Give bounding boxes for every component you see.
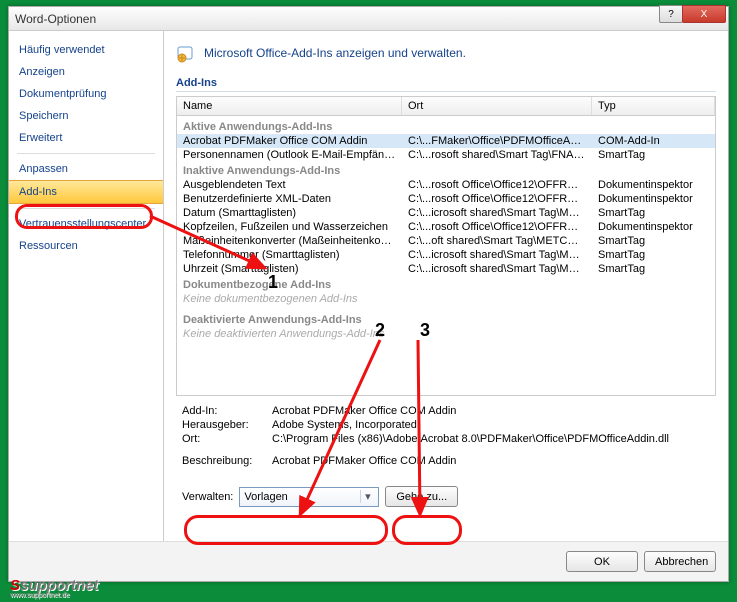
options-dialog: Word-Optionen ? X Häufig verwendet Anzei… (8, 6, 729, 582)
table-group-header: Deaktivierte Anwendungs-Add-Ins (177, 311, 715, 327)
cell-name: Benutzerdefinierte XML-Daten (177, 193, 402, 205)
table-row[interactable]: Ausgeblendeten TextC:\...rosoft Office\O… (177, 178, 715, 192)
cell-typ: SmartTag (592, 207, 715, 219)
col-ort-header[interactable]: Ort (402, 97, 592, 115)
cell-ort: C:\...oft shared\Smart Tag\METCONV.DLL (402, 235, 592, 247)
sidebar-item-frequent[interactable]: Häufig verwendet (9, 39, 163, 61)
help-button[interactable]: ? (659, 5, 683, 23)
cell-ort: C:\...icrosoft shared\Smart Tag\MOFL.DLL (402, 249, 592, 261)
manage-row: Verwalten: Vorlagen ▾ Gehe zu... (176, 472, 716, 511)
detail-description-label: Beschreibung: (182, 455, 272, 467)
cell-ort: C:\...rosoft Office\Office12\OFFRHD.DLL (402, 221, 592, 233)
sidebar-item-proofing[interactable]: Dokumentprüfung (9, 83, 163, 105)
window-title: Word-Optionen (15, 12, 96, 26)
table-row[interactable]: Kopfzeilen, Fußzeilen und WasserzeichenC… (177, 220, 715, 234)
annotation-number-1: 1 (268, 272, 278, 293)
cell-name: Acrobat PDFMaker Office COM Addin (177, 135, 402, 147)
section-label: Add-Ins (176, 73, 716, 92)
addins-table: Name Ort Typ Aktive Anwendungs-Add-InsAc… (176, 96, 716, 396)
cell-name: Datum (Smarttaglisten) (177, 207, 402, 219)
cell-ort: C:\...rosoft Office\Office12\OFFRHD.DLL (402, 179, 592, 191)
table-group-empty: Keine dokumentbezogenen Add-Ins (177, 292, 715, 311)
cell-typ: SmartTag (592, 235, 715, 247)
table-row[interactable]: Personennamen (Outlook E-Mail-Empfänger)… (177, 148, 715, 162)
col-typ-header[interactable]: Typ (592, 97, 715, 115)
sidebar-item-addins[interactable]: Add-Ins (9, 180, 163, 204)
cell-name: Kopfzeilen, Fußzeilen und Wasserzeichen (177, 221, 402, 233)
sidebar-item-save[interactable]: Speichern (9, 105, 163, 127)
cell-typ: Dokumentinspektor (592, 193, 715, 205)
cell-name: Telefonnummer (Smarttaglisten) (177, 249, 402, 261)
table-row[interactable]: Telefonnummer (Smarttaglisten)C:\...icro… (177, 248, 715, 262)
table-row[interactable]: Maßeinheitenkonverter (Maßeinheitenkonve… (177, 234, 715, 248)
cell-ort: C:\...rosoft shared\Smart Tag\FNAME.DLL (402, 149, 592, 161)
detail-addin-label: Add-In: (182, 405, 272, 417)
cell-name: Ausgeblendeten Text (177, 179, 402, 191)
manage-label: Verwalten: (182, 491, 233, 503)
sidebar-item-customize[interactable]: Anpassen (9, 158, 163, 180)
main-panel: Microsoft Office-Add-Ins anzeigen und ve… (164, 31, 728, 541)
titlebar: Word-Optionen ? X (9, 7, 728, 31)
cell-ort: C:\...FMaker\Office\PDFMOfficeAddin.dll (402, 135, 592, 147)
cell-name: Maßeinheitenkonverter (Maßeinheitenkonve… (177, 235, 402, 247)
cell-typ: SmartTag (592, 149, 715, 161)
table-body[interactable]: Aktive Anwendungs-Add-InsAcrobat PDFMake… (177, 116, 715, 395)
cell-name: Personennamen (Outlook E-Mail-Empfänger) (177, 149, 402, 161)
manage-dropdown[interactable]: Vorlagen ▾ (239, 487, 379, 507)
table-row[interactable]: Uhrzeit (Smarttaglisten)C:\...icrosoft s… (177, 262, 715, 276)
table-group-header: Aktive Anwendungs-Add-Ins (177, 118, 715, 134)
cell-ort: C:\...icrosoft shared\Smart Tag\MOFL.DLL (402, 207, 592, 219)
cell-typ: COM-Add-In (592, 135, 715, 147)
cell-typ: SmartTag (592, 263, 715, 275)
close-button[interactable]: X (682, 5, 726, 23)
detail-location-value: C:\Program Files (x86)\Adobe\Acrobat 8.0… (272, 433, 669, 445)
addins-icon (176, 43, 196, 63)
table-row[interactable]: Benutzerdefinierte XML-DatenC:\...rosoft… (177, 192, 715, 206)
sidebar-item-advanced[interactable]: Erweitert (9, 127, 163, 149)
chevron-down-icon: ▾ (360, 490, 374, 503)
cancel-button[interactable]: Abbrechen (644, 551, 716, 572)
table-row[interactable]: Acrobat PDFMaker Office COM AddinC:\...F… (177, 134, 715, 148)
detail-publisher-label: Herausgeber: (182, 419, 272, 431)
cell-typ: Dokumentinspektor (592, 221, 715, 233)
go-button[interactable]: Gehe zu... (385, 486, 458, 507)
table-group-header: Inaktive Anwendungs-Add-Ins (177, 162, 715, 178)
table-row[interactable]: Datum (Smarttaglisten)C:\...icrosoft sha… (177, 206, 715, 220)
cell-typ: Dokumentinspektor (592, 179, 715, 191)
sidebar: Häufig verwendet Anzeigen Dokumentprüfun… (9, 31, 164, 541)
table-group-header: Dokumentbezogene Add-Ins (177, 276, 715, 292)
manage-dropdown-value: Vorlagen (244, 491, 287, 503)
ok-button[interactable]: OK (566, 551, 638, 572)
col-name-header[interactable]: Name (177, 97, 402, 115)
header-text: Microsoft Office-Add-Ins anzeigen und ve… (204, 46, 466, 60)
sidebar-item-trustcenter[interactable]: Vertrauensstellungscenter (9, 213, 163, 235)
detail-publisher-value: Adobe Systems, Incorporated (272, 419, 417, 431)
annotation-number-3: 3 (420, 320, 430, 341)
sidebar-item-display[interactable]: Anzeigen (9, 61, 163, 83)
cell-name: Uhrzeit (Smarttaglisten) (177, 263, 402, 275)
table-header: Name Ort Typ (177, 97, 715, 116)
sidebar-item-resources[interactable]: Ressourcen (9, 235, 163, 257)
table-group-empty: Keine deaktivierten Anwendungs-Add-Ins (177, 327, 715, 346)
annotation-number-2: 2 (375, 320, 385, 341)
cell-typ: SmartTag (592, 249, 715, 261)
dialog-footer: OK Abbrechen (9, 541, 728, 581)
cell-ort: C:\...rosoft Office\Office12\OFFRHD.DLL (402, 193, 592, 205)
detail-description-value: Acrobat PDFMaker Office COM Addin (272, 455, 456, 467)
cell-ort: C:\...icrosoft shared\Smart Tag\MOFL.DLL (402, 263, 592, 275)
detail-addin-value: Acrobat PDFMaker Office COM Addin (272, 405, 456, 417)
detail-location-label: Ort: (182, 433, 272, 445)
addin-details: Add-In:Acrobat PDFMaker Office COM Addin… (176, 396, 716, 472)
